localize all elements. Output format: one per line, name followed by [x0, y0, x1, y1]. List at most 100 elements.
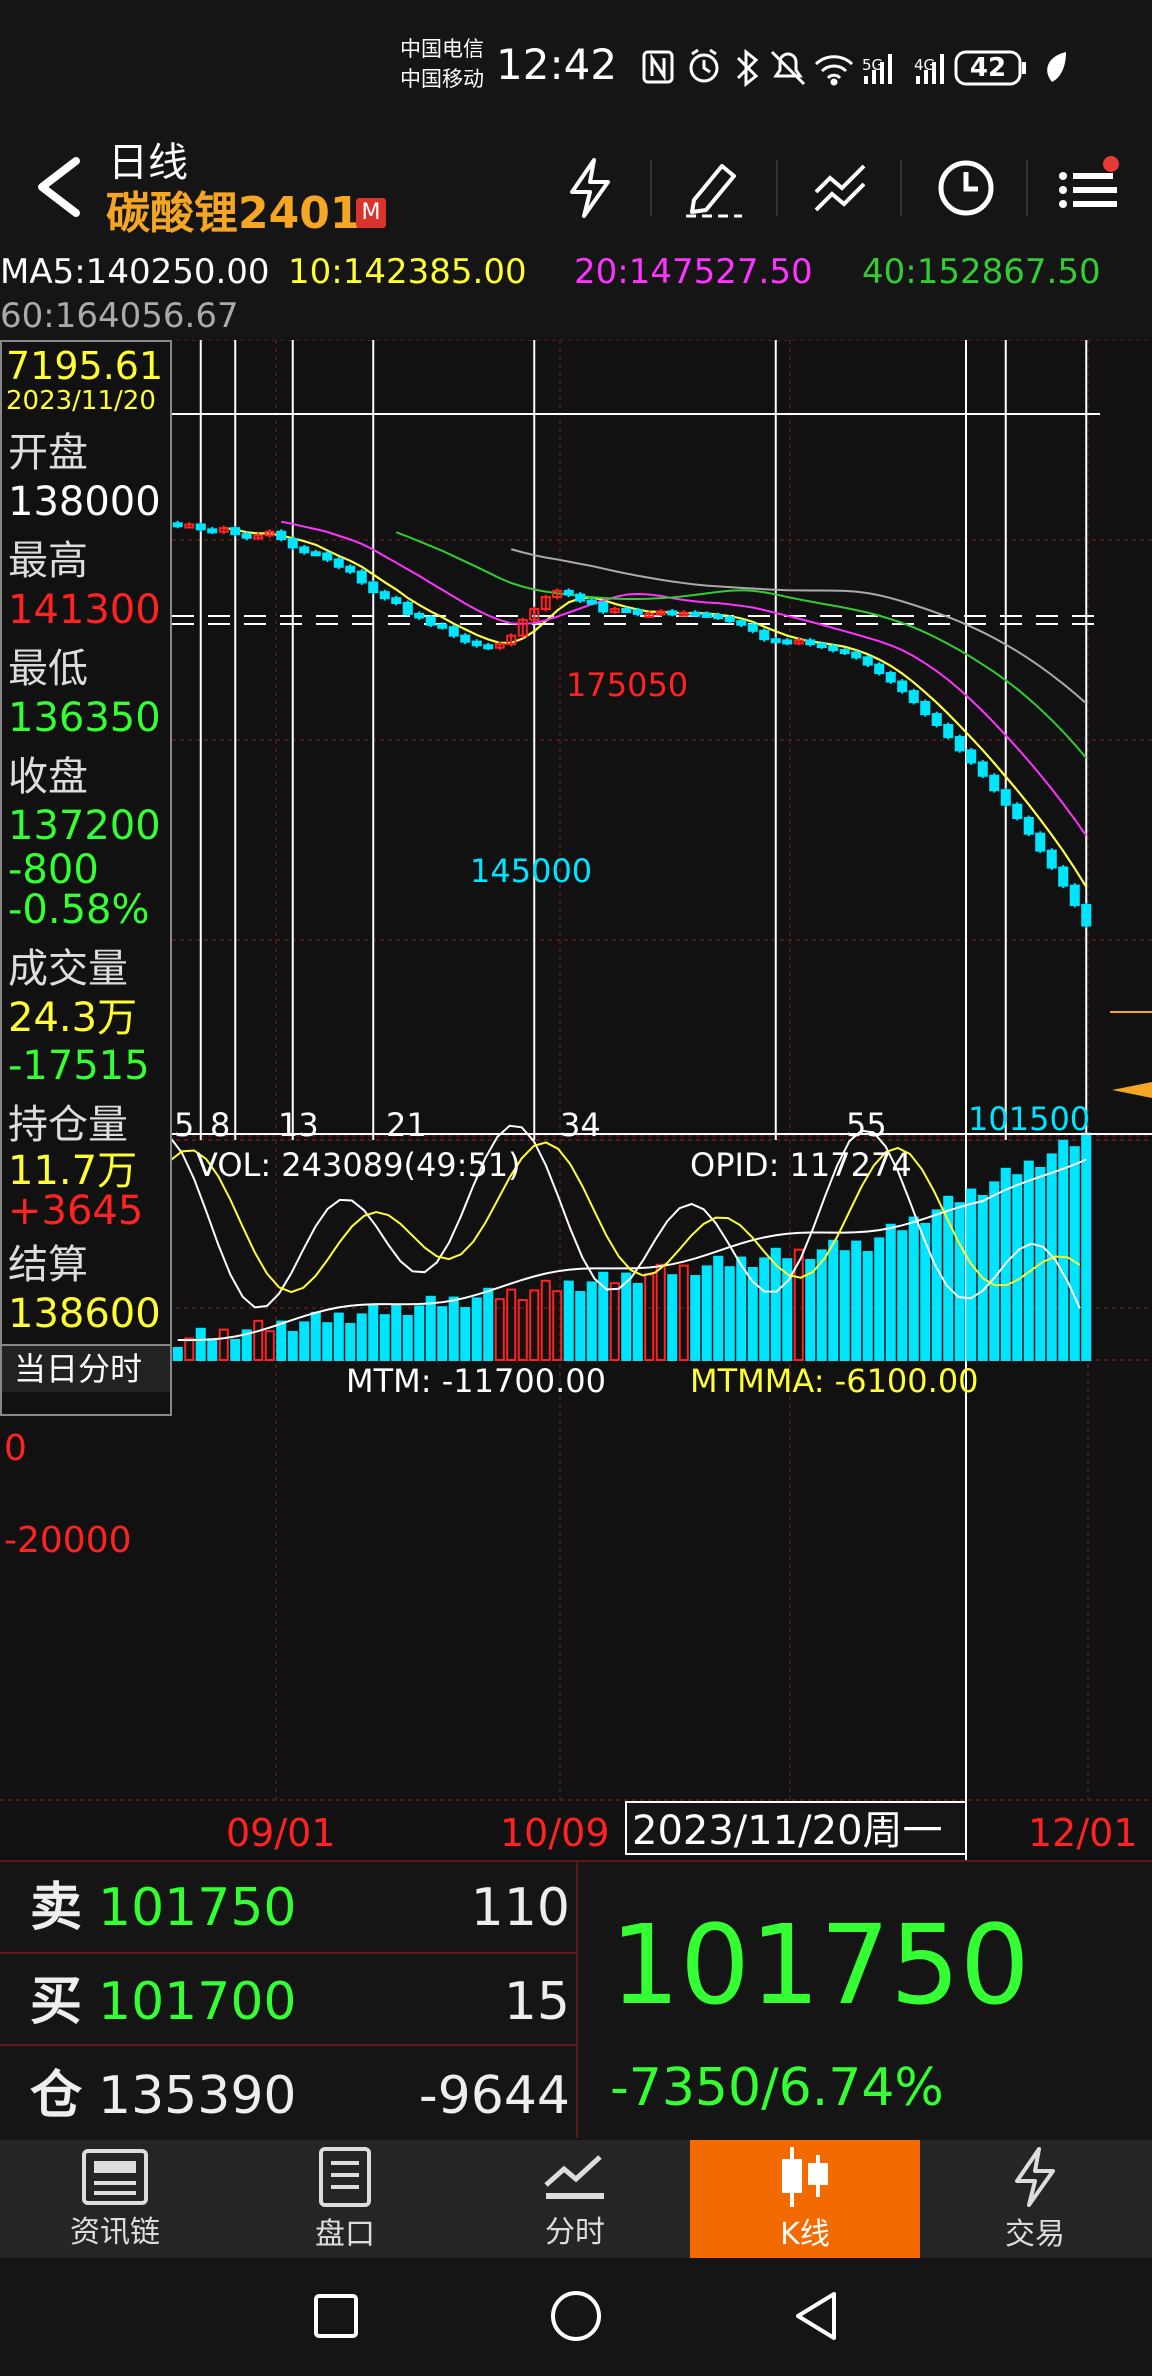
candle-body	[425, 616, 436, 626]
candle-body	[747, 623, 758, 632]
volume-bar	[644, 1273, 655, 1362]
volume-bar	[253, 1319, 264, 1361]
candle-body	[563, 589, 574, 596]
volume-bar	[322, 1322, 333, 1362]
volume-bar	[368, 1303, 379, 1361]
candle-body	[460, 634, 471, 643]
candle-body	[276, 530, 287, 540]
oi-label: 持仓量	[8, 1102, 128, 1148]
period-label: 日线	[108, 140, 188, 186]
home-button[interactable]	[546, 2286, 606, 2346]
candle-body	[977, 761, 988, 777]
ma-values-row: MA5:140250.00 10:142385.00 20:147527.50 …	[0, 246, 1152, 342]
candle-body	[885, 672, 896, 683]
volume-bar	[621, 1272, 632, 1361]
candle-body	[1081, 903, 1092, 927]
close-value: 137200	[8, 803, 161, 849]
candle-body	[1000, 789, 1011, 806]
back-nav-button[interactable]	[786, 2286, 846, 2346]
volume-bar	[1058, 1139, 1069, 1361]
nav-orderbook[interactable]: 盘口	[230, 2140, 460, 2258]
settle-value: 138600	[8, 1291, 161, 1337]
candle-body	[920, 701, 931, 716]
candles	[172, 520, 1092, 928]
candle-body	[632, 609, 643, 615]
intraday-chart-icon	[544, 2155, 604, 2199]
candle-body	[805, 639, 816, 646]
nav-label: 交易	[1005, 2217, 1065, 2252]
kline-chart-area[interactable]: 5 8 13 21 34 55 175050 145000 101500 VOL: 243089(…	[0, 339, 1152, 1860]
volume-bar	[448, 1296, 459, 1361]
candle-body	[839, 649, 850, 655]
nav-kline[interactable]: K线	[690, 2140, 920, 2258]
volume-bar	[437, 1306, 448, 1362]
flash-button[interactable]	[540, 138, 640, 238]
mtm-axis-label: -20000	[4, 1520, 132, 1561]
cursor-date-label: 2023/11/20周一	[632, 1808, 943, 1854]
system-nav-bar	[0, 2258, 1152, 2376]
kline-chart[interactable]: 5 8 13 21 34 55 175050 145000 101500 VOL: 243089(…	[0, 339, 1152, 1860]
volume-bar	[460, 1307, 471, 1361]
low-label: 最低	[8, 646, 88, 692]
fib-count-label: 13	[278, 1106, 319, 1144]
nav-label: 盘口	[315, 2217, 375, 2252]
status-time: 12:42	[496, 40, 618, 89]
crosshair-info-panel: 7195.61 2023/11/20 开盘 138000 最高 141300 最…	[0, 340, 172, 1416]
nav-trade[interactable]: 交易	[920, 2140, 1150, 2258]
candle-body	[966, 749, 977, 764]
fib-count-label: 5	[174, 1106, 194, 1144]
open-label: 开盘	[8, 430, 88, 476]
menu-button[interactable]	[1040, 138, 1140, 238]
buy-price[interactable]: 101700	[98, 1970, 297, 2034]
candle-body	[299, 546, 310, 554]
ma20-value: 20:147527.50	[574, 252, 813, 292]
candle-body	[241, 533, 252, 539]
oi-label-quote: 仓	[30, 2066, 83, 2126]
mute-icon	[770, 50, 806, 86]
candle-body	[816, 643, 827, 649]
sell-price[interactable]: 101750	[98, 1876, 297, 1940]
indicator-button[interactable]	[790, 138, 890, 238]
fib-count-label: 8	[210, 1106, 230, 1144]
volume-bar	[172, 1347, 183, 1361]
candle-body	[1012, 803, 1023, 820]
candle-body	[908, 690, 919, 704]
nav-intraday[interactable]: 分时	[460, 2140, 690, 2258]
lightning-icon	[1015, 2147, 1055, 2207]
volume-bar	[471, 1297, 482, 1362]
candle-body	[989, 774, 1000, 792]
candle-body	[586, 599, 597, 605]
ma5-value: MA5:140250.00	[0, 252, 270, 292]
ma-line-5	[223, 526, 1088, 888]
candle-body	[1069, 884, 1080, 906]
lightning-icon	[570, 158, 610, 218]
candle-body	[1046, 849, 1057, 869]
opid-indicator-label: OPID: 117274	[690, 1146, 912, 1184]
candle-body	[851, 651, 862, 659]
volume-bar	[667, 1274, 678, 1362]
volume-bar	[897, 1230, 908, 1362]
leaf-icon	[1047, 52, 1066, 82]
nav-news[interactable]: 资讯链	[0, 2140, 230, 2258]
volume-bar	[609, 1282, 620, 1362]
volume-bar	[345, 1323, 356, 1361]
period-switch-button[interactable]	[916, 138, 1016, 238]
draw-tool-button[interactable]	[664, 138, 764, 238]
volume-bar	[586, 1281, 597, 1362]
bottom-nav: 资讯链 盘口 分时 K线 交易	[0, 2140, 1152, 2258]
candle-body	[414, 612, 425, 619]
quote-divider	[0, 1952, 576, 1954]
quote-divider	[576, 1860, 578, 2138]
symbol-title[interactable]: 碳酸锂2401	[106, 188, 360, 240]
volume-bar	[908, 1216, 919, 1361]
volume-bar	[379, 1314, 390, 1362]
candle-body	[897, 680, 908, 693]
price-change: -7350/6.74%	[610, 2058, 944, 2118]
settle-label: 结算	[8, 1242, 88, 1288]
line-chart-icon	[814, 164, 866, 212]
change-value: -800	[8, 847, 99, 893]
intraday-button[interactable]: 当日分时	[2, 1344, 170, 1392]
back-button[interactable]	[14, 142, 98, 232]
recents-button[interactable]	[306, 2286, 366, 2346]
volume-bar	[816, 1249, 827, 1362]
